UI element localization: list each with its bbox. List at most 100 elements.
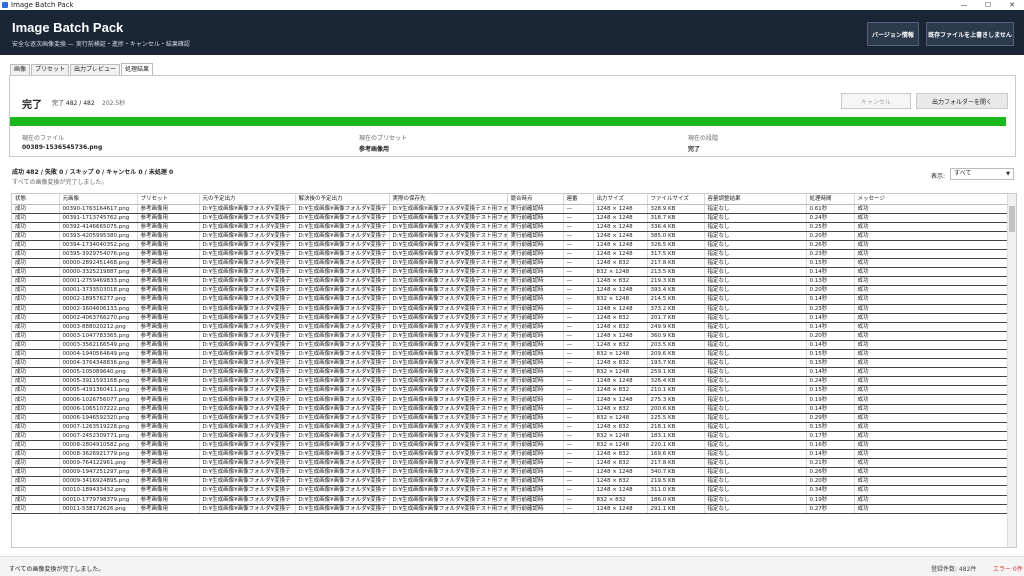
version-info-button[interactable]: バージョン情報 — [867, 22, 919, 46]
table-row[interactable]: 成功 00008-3626921779.png 参考画像用 D:¥生成画像¥画像フォル… — [12, 449, 1008, 460]
table-cell: 1248 × 1248 — [593, 376, 648, 387]
filter-select[interactable]: すべて ▼ — [950, 168, 1014, 180]
table-row[interactable]: 成功 00390-1763164617.png 参考画像用 D:¥生成画像¥画像フォル… — [12, 204, 1008, 214]
table-row[interactable]: 成功 00000-3325219887.png 参考画像用 D:¥生成画像¥画像フォル… — [12, 267, 1008, 278]
table-cell: D:¥生成画像¥画像フォルダ¥変換テ — [199, 504, 296, 514]
table-row[interactable]: 成功 00003-1047783365.png 参考画像用 D:¥生成画像¥画像フォル… — [12, 331, 1008, 341]
maximize-button[interactable]: ☐ — [976, 0, 1000, 10]
table-row[interactable]: 成功 00009-3416924895.png 参考画像用 D:¥生成画像¥画像フォル… — [12, 476, 1008, 487]
open-output-folder-button[interactable]: 出力フォルダーを開く — [916, 93, 1008, 109]
table-cell: D:¥生成画像¥画像フォルダ¥変換テ — [199, 213, 296, 223]
table-cell: 実行前確認時 — [507, 204, 564, 214]
table-row[interactable]: 成功 00394-1734040352.png 参考画像用 D:¥生成画像¥画像フォル… — [12, 240, 1008, 250]
column-header[interactable]: 出力サイズ — [593, 194, 648, 205]
close-button[interactable]: ✕ — [1000, 0, 1024, 10]
table-cell: D:¥生成画像¥画像フォルダ¥変換テスト用フォ — [389, 385, 508, 396]
table-row[interactable]: 成功 00009-1947251297.png 参考画像用 D:¥生成画像¥画像フォル… — [12, 467, 1008, 478]
table-row[interactable]: 成功 00001-2759469833.png 参考画像用 D:¥生成画像¥画像フォル… — [12, 276, 1008, 287]
minimize-button[interactable]: — — [952, 0, 976, 10]
table-cell: 00395-3929754076.png — [59, 249, 138, 260]
table-cell: 220.1 KB — [647, 440, 705, 451]
table-row[interactable]: 成功 00004-1940564649.png 参考画像用 D:¥生成画像¥画像フォル… — [12, 349, 1008, 360]
column-header[interactable]: 競合時点 — [507, 194, 564, 205]
column-header[interactable]: 容量調整結果 — [704, 194, 807, 205]
column-header[interactable]: 元画像 — [59, 194, 138, 205]
table-row[interactable]: 成功 00005-4191360411.png 参考画像用 D:¥生成画像¥画像フォル… — [12, 385, 1008, 396]
table-cell: D:¥生成画像¥画像フォルダ¥変換テ — [199, 467, 296, 478]
table-cell: 218.1 KB — [647, 422, 705, 432]
table-row[interactable]: 成功 00003-888020212.png 参考画像用 D:¥生成画像¥画像フォルダ… — [12, 322, 1008, 332]
table-cell: 実行前確認時 — [507, 367, 564, 378]
table-cell: 00006-1065107222.png — [59, 404, 138, 414]
tab-images[interactable]: 画像 — [10, 64, 31, 75]
overwrite-mode-button[interactable]: 既存ファイルを上書きしません — [926, 22, 1014, 46]
table-row[interactable]: 成功 00002-3604606133.png 参考画像用 D:¥生成画像¥画像フォル… — [12, 304, 1008, 314]
table-cell: 1248 × 1248 — [593, 249, 648, 260]
table-cell: — — [563, 276, 594, 287]
table-row[interactable]: 成功 00006-1065107222.png 参考画像用 D:¥生成画像¥画像フォル… — [12, 404, 1008, 414]
table-cell: 指定なし — [704, 294, 807, 305]
table-row[interactable]: 成功 00003-3562166549.png 参考画像用 D:¥生成画像¥画像フォル… — [12, 340, 1008, 351]
table-cell: 指定なし — [704, 495, 807, 505]
table-row[interactable]: 成功 00002-4063766270.png 参考画像用 D:¥生成画像¥画像フォル… — [12, 313, 1008, 323]
table-cell: 成功 — [854, 249, 1008, 260]
table-row[interactable]: 成功 00001-3733503018.png 参考画像用 D:¥生成画像¥画像フォル… — [12, 285, 1008, 296]
column-header[interactable]: ファイルサイズ — [647, 194, 705, 205]
table-cell: D:¥生成画像¥画像フォルダ¥変換テ — [199, 331, 296, 341]
table-cell: 0.23秒 — [806, 304, 855, 314]
table-row[interactable]: 成功 00007-2452309771.png 参考画像用 D:¥生成画像¥画像フォル… — [12, 431, 1008, 441]
table-row[interactable]: 成功 00006-1026756077.png 参考画像用 D:¥生成画像¥画像フォル… — [12, 394, 1008, 405]
column-header[interactable]: プリセット — [137, 194, 200, 205]
tab-presets[interactable]: プリセット — [31, 64, 70, 75]
table-cell: 指定なし — [704, 331, 807, 341]
table-cell: D:¥生成画像¥画像フォルダ¥変換テ — [199, 276, 296, 287]
column-header[interactable]: 連番 — [563, 194, 594, 205]
table-cell: D:¥生成画像¥画像フォルダ¥変換テ — [199, 304, 296, 314]
table-row[interactable]: 成功 00005-3911593168.png 参考画像用 D:¥生成画像¥画像フォル… — [12, 376, 1008, 387]
column-header[interactable]: 状態 — [12, 194, 60, 205]
column-header[interactable]: メッセージ — [854, 194, 1008, 205]
table-row[interactable]: 成功 00393-4205995380.png 参考画像用 D:¥生成画像¥画像フォル… — [12, 231, 1008, 241]
cancel-button[interactable]: キャンセル — [841, 93, 911, 109]
tab-output-preview[interactable]: 出力プレビュー — [70, 64, 121, 75]
scrollbar-thumb[interactable] — [1009, 206, 1015, 232]
table-row[interactable]: 成功 00000-2892451468.png 参考画像用 D:¥生成画像¥画像フォル… — [12, 258, 1008, 269]
table-cell: D:¥生成画像¥画像フォルダ¥変換テスト用フォ — [389, 267, 508, 278]
table-cell: 373.2 KB — [647, 304, 705, 314]
table-cell: 実行前確認時 — [507, 467, 564, 478]
table-cell: D:¥生成画像¥画像フォルダ¥変換テスト用フォ — [389, 340, 508, 351]
table-row[interactable]: 成功 00004-3764348836.png 参考画像用 D:¥生成画像¥画像フォル… — [12, 358, 1008, 369]
table-scrollbar[interactable] — [1007, 194, 1016, 547]
table-cell: D:¥生成画像¥画像フォルダ¥変換テ — [199, 485, 296, 496]
table-row[interactable]: 成功 00010-1779798379.png 参考画像用 D:¥生成画像¥画像フォル… — [12, 495, 1008, 505]
column-header[interactable]: 実際の保存先 — [389, 194, 508, 205]
table-row[interactable]: 成功 00010-189433432.png 参考画像用 D:¥生成画像¥画像フォルダ… — [12, 485, 1008, 496]
table-row[interactable]: 成功 00395-3929754076.png 参考画像用 D:¥生成画像¥画像フォル… — [12, 249, 1008, 260]
table-cell: 参考画像用 — [137, 340, 200, 351]
table-cell: — — [563, 376, 594, 387]
table-cell: 0.23秒 — [806, 249, 855, 260]
table-row[interactable]: 成功 00006-1946592320.png 参考画像用 D:¥生成画像¥画像フォル… — [12, 413, 1008, 423]
table-row[interactable]: 成功 00008-2804910582.png 参考画像用 D:¥生成画像¥画像フォル… — [12, 440, 1008, 451]
table-cell: — — [563, 367, 594, 378]
table-row[interactable]: 成功 00391-1713745762.png 参考画像用 D:¥生成画像¥画像フォル… — [12, 213, 1008, 223]
table-row[interactable]: 成功 00002-189576277.png 参考画像用 D:¥生成画像¥画像フォルダ… — [12, 294, 1008, 305]
table-cell: 209.6 KB — [647, 349, 705, 360]
table-cell: 成功 — [12, 204, 60, 214]
table-cell: 参考画像用 — [137, 385, 200, 396]
table-cell: 指定なし — [704, 231, 807, 241]
column-header[interactable]: 解決後の予定出力 — [295, 194, 390, 205]
table-row[interactable]: 成功 00011-538172626.png 参考画像用 D:¥生成画像¥画像フォルダ… — [12, 504, 1008, 514]
table-row[interactable]: 成功 00392-4146665075.png 参考画像用 D:¥生成画像¥画像フォル… — [12, 222, 1008, 232]
column-header[interactable]: 元の予定出力 — [199, 194, 296, 205]
table-row[interactable]: 成功 00007-1263519228.png 参考画像用 D:¥生成画像¥画像フォル… — [12, 422, 1008, 432]
table-cell: 参考画像用 — [137, 495, 200, 505]
tab-results[interactable]: 処理結果 — [121, 63, 154, 75]
statusbar-message: すべての画像変換が完了しました。 — [9, 566, 105, 573]
table-cell: D:¥生成画像¥画像フォルダ¥変換テ — [199, 422, 296, 432]
table-row[interactable]: 成功 00005-105089640.png 参考画像用 D:¥生成画像¥画像フォルダ… — [12, 367, 1008, 378]
column-header[interactable]: 処理時間 — [806, 194, 855, 205]
table-cell: D:¥生成画像¥画像フォルダ¥変換テ — [295, 222, 390, 232]
table-row[interactable]: 成功 00009-764122961.png 参考画像用 D:¥生成画像¥画像フォルダ… — [12, 458, 1008, 469]
status-panel: 完了 完了 482 / 482 202.5秒 キャンセル 出力フォルダーを開く … — [9, 75, 1016, 157]
